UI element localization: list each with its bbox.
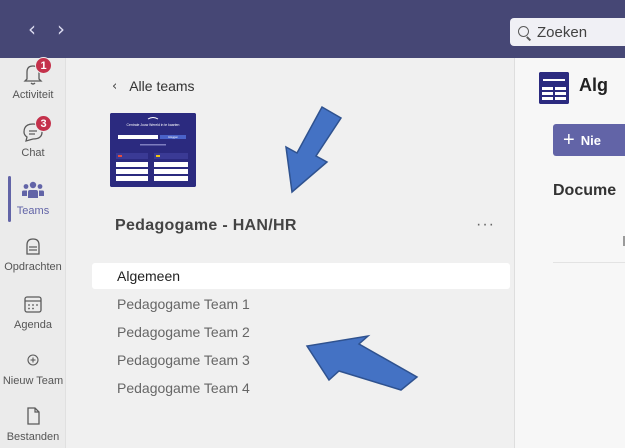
new-button-label: Nie: [580, 132, 601, 148]
rail-label-activiteit: Activiteit: [12, 89, 54, 101]
chat-badge: 3: [35, 115, 52, 132]
rail-item-agenda[interactable]: Agenda: [0, 292, 66, 350]
all-teams-label: Alle teams: [129, 78, 195, 94]
channel-pane: Alg + Nie Docume: [514, 58, 625, 448]
search-placeholder: Zoeken: [537, 23, 588, 41]
all-teams-link[interactable]: ‹ Alle teams: [112, 78, 195, 94]
team-name: Pedagogame - HAN/HR: [115, 217, 297, 234]
activity-badge: 1: [35, 57, 52, 74]
thumb-title: Centrale Jouw Wereld in te kaarten: [127, 123, 180, 127]
tab-documents[interactable]: Docume: [553, 182, 616, 200]
channel-avatar-image: [539, 72, 569, 104]
rail-item-teams[interactable]: Teams: [0, 178, 66, 236]
rail-item-opdrachten[interactable]: Opdrachten: [0, 234, 66, 292]
back-arrow-icon[interactable]: ‹: [22, 19, 42, 39]
channel-item-team-3[interactable]: Pedagogame Team 3: [92, 347, 510, 373]
channel-item-team-4[interactable]: Pedagogame Team 4: [92, 375, 510, 401]
plus-icon: +: [563, 128, 575, 151]
new-button[interactable]: + Nie: [553, 124, 625, 156]
rail-item-nieuw-team[interactable]: Nieuw Team: [0, 348, 66, 406]
channel-item-team-1[interactable]: Pedagogame Team 1: [92, 291, 510, 317]
rail-item-chat[interactable]: 3 Chat: [0, 115, 66, 178]
bell-icon: 1: [20, 57, 52, 86]
app-rail: 1 Activiteit 3 Chat Teams Opdrachten Age…: [0, 57, 66, 448]
search-icon: [518, 25, 531, 39]
assignments-icon: [20, 234, 46, 258]
rail-label-agenda: Agenda: [14, 319, 52, 331]
file-icon: [20, 404, 46, 428]
chevron-left-icon: ‹: [112, 78, 118, 94]
rail-label-teams: Teams: [16, 205, 50, 217]
thumb-button: Inloggen: [168, 135, 179, 139]
teams-icon: [20, 178, 46, 202]
rail-item-bestanden[interactable]: Bestanden: [0, 404, 66, 448]
chat-icon: 3: [20, 115, 52, 144]
channel-item-algemeen[interactable]: Algemeen: [92, 263, 510, 289]
divider: [553, 262, 625, 263]
teams-window: ‹ › Zoeken 1 Activiteit 3 Chat Teams Opd…: [0, 0, 625, 448]
rail-label-opdrachten: Opdrachten: [4, 261, 62, 273]
add-team-icon: [20, 348, 46, 372]
search-input[interactable]: Zoeken: [510, 18, 625, 46]
team-panel: ‹ Alle teams Centrale Jouw Wereld in te …: [66, 58, 514, 448]
more-options-icon[interactable]: ···: [476, 216, 495, 234]
rail-label-nieuw-team: Nieuw Team: [2, 375, 64, 387]
rail-label-chat: Chat: [21, 147, 45, 159]
channel-item-team-2[interactable]: Pedagogame Team 2: [92, 319, 510, 345]
forward-arrow-icon[interactable]: ›: [51, 19, 71, 39]
top-bar: ‹ › Zoeken: [0, 0, 625, 58]
channel-title: Alg: [579, 75, 608, 95]
calendar-icon: [20, 292, 46, 316]
rail-label-bestanden: Bestanden: [6, 431, 60, 443]
rail-item-activiteit[interactable]: 1 Activiteit: [0, 57, 66, 120]
team-avatar-image[interactable]: Centrale Jouw Wereld in te kaarten Inlog…: [110, 113, 196, 187]
